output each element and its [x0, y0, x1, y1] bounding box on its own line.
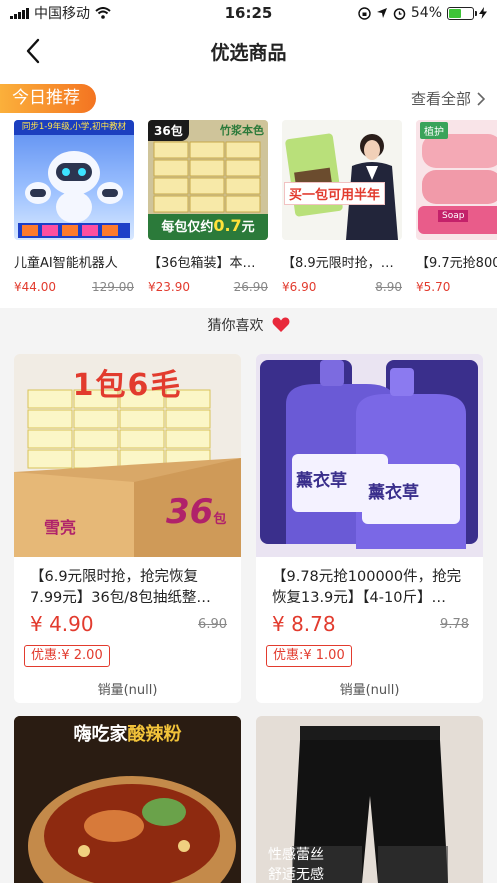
price-row: ¥5.70	[416, 280, 497, 294]
product-name: 【9.7元抢800	[416, 256, 497, 271]
heart-icon	[272, 317, 289, 332]
brand-badge: 植护	[420, 122, 448, 139]
view-all-label: 查看全部	[410, 90, 471, 108]
product-price: ¥23.90	[148, 280, 190, 294]
product-old-price: 6.90	[198, 617, 227, 632]
product-old-price: 9.78	[440, 617, 469, 632]
image-caption: 同步1-9年级,小学,初中教材	[14, 120, 134, 135]
sales-count: 销量(null)	[339, 683, 400, 698]
battery-percent: 54%	[410, 5, 442, 21]
product-card[interactable]: 薰衣草 薰衣草 【9.78元抢100000件，抢完恢复13.9元】【4-10斤】…	[256, 354, 483, 703]
status-bar: 中国移动 16:25 54%	[0, 0, 497, 26]
pack-count-badge: 36包	[148, 120, 189, 141]
promo-headline: 1包6毛	[14, 360, 241, 404]
status-left: 中国移动	[10, 3, 111, 23]
product-price: ¥44.00	[14, 280, 56, 294]
brand-logo: 雪亮	[44, 518, 77, 537]
brand-label: 薰衣草	[368, 483, 419, 503]
price-row: ¥6.90 8.90	[282, 280, 402, 294]
recommend-list: 同步1-9年级,小学,初中教材 儿童AI智能机器人 ¥44.00 129.00 …	[14, 120, 497, 300]
recommend-item[interactable]: 买一包可用半年 【8.9元限时抢，抢完恢复】 ¥6.90 8.90	[282, 120, 402, 300]
promo-unit: 元	[241, 220, 255, 235]
product-name: 【36包箱装】本色抽纸	[148, 256, 268, 271]
product-image: 买一包可用半年	[282, 120, 402, 240]
guess-title: 猜你喜欢	[207, 318, 264, 334]
pack-unit: 包	[213, 512, 227, 527]
product-card[interactable]: 嗨吃家酸辣粉	[14, 716, 241, 883]
coupon-badge: 优惠:¥ 2.00	[24, 645, 110, 667]
pack-count: 36包	[166, 492, 226, 532]
product-image: 36包 竹浆本色 每包仅约0.7元	[148, 120, 268, 240]
product-image: 同步1-9年级,小学,初中教材	[14, 120, 134, 240]
recommend-item[interactable]: 同步1-9年级,小学,初中教材 儿童AI智能机器人 ¥44.00 129.00	[14, 120, 134, 300]
headline-digit: 1	[72, 368, 96, 403]
signal-icon	[10, 7, 29, 19]
product-card[interactable]: 1包6毛 雪亮 36包 【6.9元限时抢，抢完恢复7.99元】36包/8包抽纸整…	[14, 354, 241, 703]
promo-banner: 买一包可用半年	[284, 182, 386, 205]
product-name: 【8.9元限时抢，抢完恢复】	[282, 256, 402, 271]
charging-icon	[479, 7, 487, 19]
alarm-icon	[393, 7, 406, 20]
status-right: 54%	[358, 5, 487, 21]
product-title: 【6.9元限时抢，抢完恢复7.99元】36包/8包抽纸整…	[30, 569, 211, 606]
headline-digit: 6	[127, 368, 151, 403]
product-image: 性感蕾丝 舒适无感	[256, 716, 483, 883]
product-price: ¥6.90	[282, 280, 317, 294]
product-price: ¥ 4.90	[30, 612, 94, 636]
robot-illustration	[18, 151, 130, 238]
product-image: 植护 Soap	[416, 120, 497, 240]
feature-text: 性感蕾丝	[268, 847, 324, 863]
battery-fill	[449, 8, 462, 18]
recommend-section: 今日推荐 查看全部 同步1-9年级,小学,初中教材 儿童AI智能机器人 ¥44.…	[0, 76, 497, 308]
product-image: 1包6毛 雪亮 36包	[14, 354, 241, 557]
promo-value: 0.7	[213, 216, 242, 235]
price-row: ¥44.00 129.00	[14, 280, 134, 294]
headline-word: 毛	[150, 368, 183, 403]
orientation-lock-icon	[358, 6, 371, 20]
promo-text: 每包仅约0.7元	[148, 216, 268, 235]
battery-icon	[447, 6, 477, 20]
headline-word: 包	[95, 368, 128, 403]
view-all-link[interactable]: 查看全部	[411, 88, 485, 109]
price-row: ¥23.90 26.90	[148, 280, 268, 294]
carrier-label: 中国移动	[34, 6, 90, 22]
pack-number: 36	[166, 492, 214, 532]
wifi-icon	[95, 7, 111, 19]
nav-bar: 优选商品	[0, 26, 497, 76]
product-image: 嗨吃家酸辣粉	[14, 716, 241, 883]
product-name: 儿童AI智能机器人	[14, 256, 118, 271]
product-old-price: 26.90	[233, 280, 268, 294]
product-image: 薰衣草 薰衣草	[256, 354, 483, 557]
brand-name: 嗨吃家	[73, 724, 128, 745]
tissue-pack-illustration	[282, 120, 402, 240]
location-icon	[376, 8, 387, 18]
brand-label: 薰衣草	[296, 471, 347, 491]
product-old-price: 8.90	[375, 280, 402, 294]
chevron-left-icon	[26, 38, 40, 64]
promo-prefix: 每包仅约	[161, 220, 214, 235]
soap-label: Soap	[438, 210, 469, 222]
product-price: ¥5.70	[416, 280, 451, 294]
back-button[interactable]	[18, 36, 48, 66]
product-price: ¥ 8.78	[272, 612, 336, 636]
chevron-right-icon	[477, 91, 485, 106]
product-card[interactable]: 性感蕾丝 舒适无感	[256, 716, 483, 883]
product-kind: 酸辣粉	[127, 724, 182, 745]
coupon-badge: 优惠:¥ 1.00	[266, 645, 352, 667]
product-old-price: 129.00	[92, 280, 134, 294]
feature-text: 舒适无感	[268, 867, 324, 883]
guess-header: 猜你喜欢	[0, 308, 497, 342]
product-title: 【9.78元抢100000件，抢完恢复13.9元】【4-10斤】…	[272, 569, 462, 606]
recommend-item[interactable]: 36包 竹浆本色 每包仅约0.7元 【36包箱装】本色抽纸 ¥23.90 26.…	[148, 120, 268, 300]
bamboo-label: 竹浆本色	[220, 124, 264, 137]
recommend-tag: 今日推荐	[0, 84, 96, 113]
banner-text: 嗨吃家酸辣粉	[14, 720, 241, 746]
sales-count: 销量(null)	[97, 683, 158, 698]
recommend-item[interactable]: 植护 Soap 【9.7元抢800 ¥5.70	[416, 120, 497, 300]
page-title: 优选商品	[210, 41, 287, 64]
detergent-illustration	[256, 354, 483, 557]
